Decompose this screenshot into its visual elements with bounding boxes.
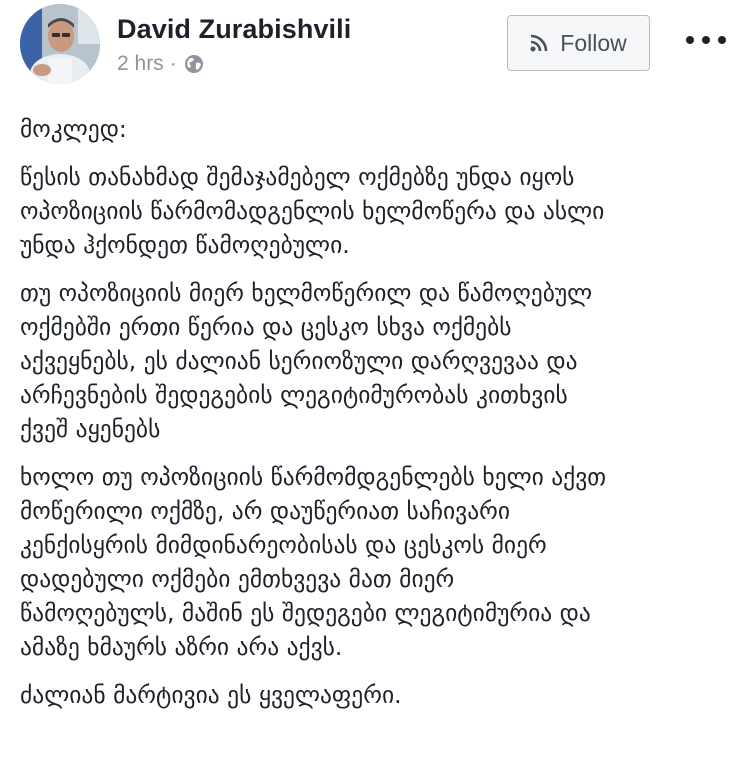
meta-separator: · bbox=[169, 52, 177, 75]
dot bbox=[686, 36, 694, 44]
post-line: მოკლედ: bbox=[20, 115, 127, 143]
post-line: ძალიან მარტივია ეს ყველაფერი. bbox=[20, 681, 402, 709]
post-line: კენქისყრის მიმდინარეობისას და ცესკოს მიე… bbox=[20, 531, 547, 559]
post-line: ოქმებში ერთი წერია და ცესკო სხვა ოქმებს bbox=[20, 313, 512, 341]
post-line: ხოლო თუ ოპოზიციის წარმომდგენლებს ხელი აქ… bbox=[20, 463, 607, 491]
post-line: ამაზე ხმაურს აზრი არა აქვს. bbox=[20, 633, 343, 661]
dot bbox=[702, 36, 710, 44]
timestamp[interactable]: 2 hrs bbox=[117, 52, 164, 76]
post-paragraph: წესის თანახმად შემაჯამებელ ოქმებზე უნდა … bbox=[20, 160, 736, 262]
post-line: დადებული ოქმები ემთხვევა მათ მიერ bbox=[20, 565, 455, 593]
post-line: თუ ოპოზიციის მიერ ხელმოწერილ და წამოღებუ… bbox=[20, 279, 593, 307]
post-paragraph: ხოლო თუ ოპოზიციის წარმომდგენლებს ხელი აქ… bbox=[20, 460, 736, 664]
post-paragraph: მოკლედ: bbox=[20, 112, 736, 146]
post-line: ქვეშ აყენებს bbox=[20, 415, 161, 443]
globe-icon[interactable] bbox=[184, 54, 204, 74]
avatar-photo bbox=[20, 4, 100, 84]
post-line: მოწერილი ოქმზე, არ დაუწერიათ საჩივარი bbox=[20, 497, 511, 525]
post-header: David Zurabishvili 2 hrs · Follow bbox=[0, 0, 750, 100]
more-dots-icon[interactable] bbox=[686, 26, 726, 54]
post-paragraph: თუ ოპოზიციის მიერ ხელმოწერილ და წამოღებუ… bbox=[20, 276, 736, 446]
avatar[interactable] bbox=[20, 4, 100, 84]
follow-button[interactable]: Follow bbox=[507, 15, 650, 71]
post-text: მოკლედ: წესის თანახმად შემაჯამებელ ოქმებზ… bbox=[20, 112, 736, 726]
post-line: წესის თანახმად შემაჯამებელ ოქმებზე უნდა … bbox=[20, 163, 575, 191]
rss-icon bbox=[530, 34, 548, 52]
post-line: აქვეყნებს, ეს ძალიან სერიოზული დარღვევაა… bbox=[20, 347, 578, 375]
post-line: უნდა ჰქონდეთ წამოღებული. bbox=[20, 231, 350, 259]
author-name[interactable]: David Zurabishvili bbox=[117, 14, 351, 45]
post-meta: 2 hrs · bbox=[117, 52, 204, 76]
post-line: არჩევნების შედეგების ლეგიტიმურობას კითხვ… bbox=[20, 381, 568, 409]
dot bbox=[718, 36, 726, 44]
follow-label: Follow bbox=[560, 29, 627, 56]
post-line: ოპოზიციის წარმომადგენლის ხელმოწერა და ას… bbox=[20, 197, 605, 225]
post-line: წამოღებულს, მაშინ ეს შედეგები ლეგიტიმური… bbox=[20, 599, 591, 627]
post-paragraph: ძალიან მარტივია ეს ყველაფერი. bbox=[20, 678, 736, 712]
